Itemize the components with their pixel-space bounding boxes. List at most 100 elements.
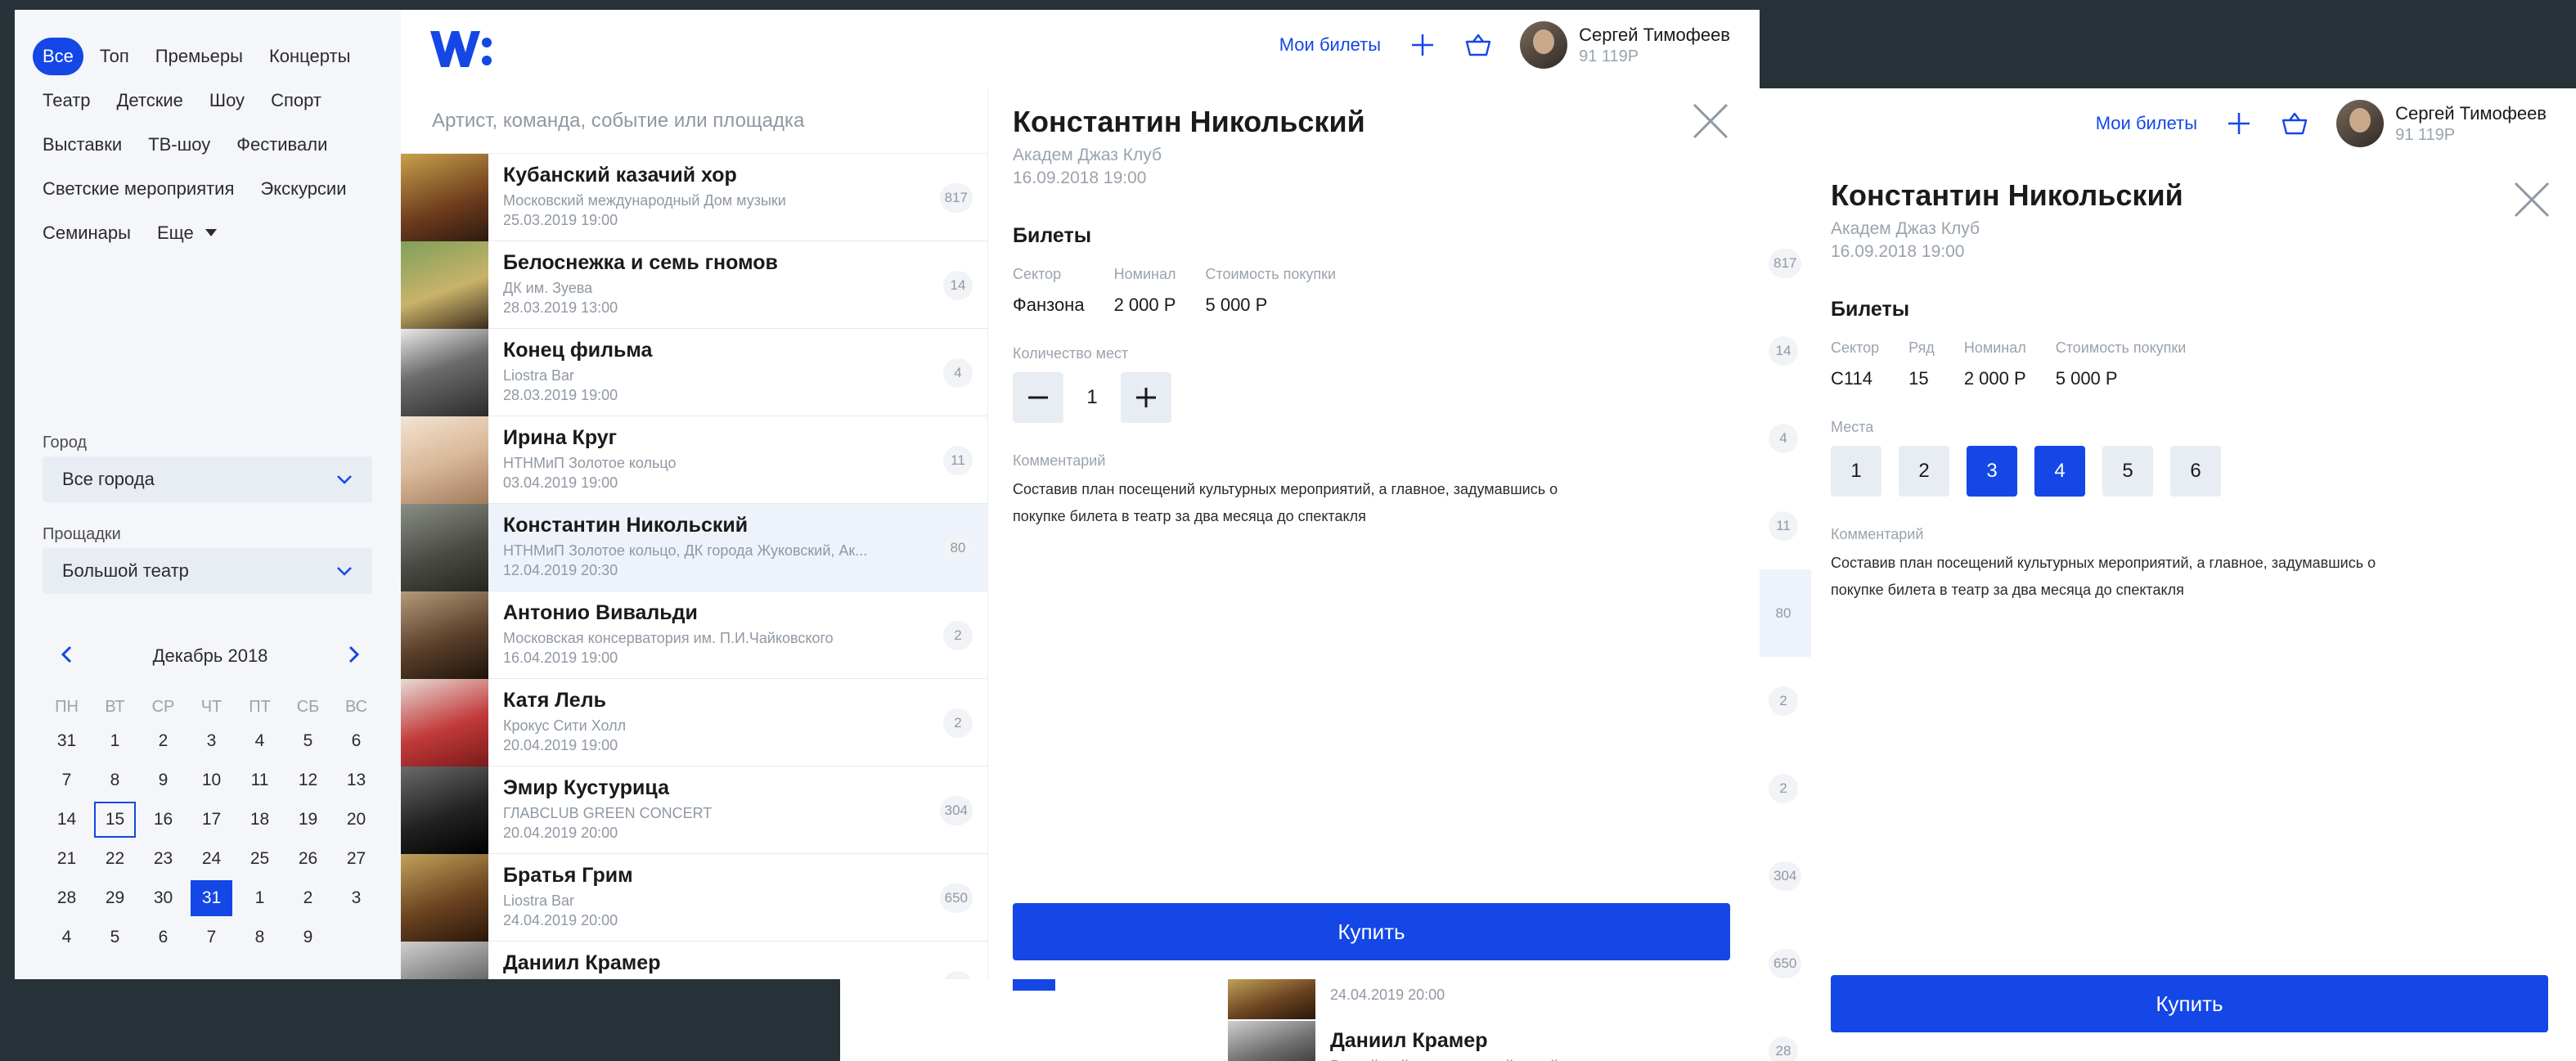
category-3-1[interactable]: Экскурсии	[250, 170, 356, 208]
category-2-2[interactable]: Фестивали	[227, 126, 337, 164]
calendar-day[interactable]: 6	[142, 919, 184, 955]
event-row[interactable]: Антонио Вивальди Московская консерватория…	[401, 591, 987, 679]
category-1-0[interactable]: Театр	[33, 82, 101, 119]
basket-icon[interactable]	[1464, 31, 1492, 59]
seat-button[interactable]: 6	[2170, 446, 2221, 497]
seat-button[interactable]: 4	[2034, 446, 2085, 497]
calendar-day[interactable]: 26	[287, 841, 329, 877]
event-venue: Liostra Bar	[503, 892, 575, 909]
calendar-day[interactable]: 28	[46, 880, 88, 916]
venue-select[interactable]: Большой театр	[43, 548, 372, 594]
calendar-day[interactable]: 17	[191, 802, 232, 838]
calendar-day[interactable]: 25	[239, 841, 281, 877]
basket-icon[interactable]	[2281, 110, 2309, 137]
category-1-2[interactable]: Шоу	[200, 82, 254, 119]
calendar-day[interactable]: 12	[287, 762, 329, 798]
user-menu[interactable]: Сергей Тимофеев 91 119Р	[2336, 100, 2547, 147]
category-1-1[interactable]: Детские	[107, 82, 193, 119]
category-0-3[interactable]: Концерты	[259, 38, 360, 75]
close-icon[interactable]	[1689, 100, 1732, 142]
event-row[interactable]: Катя Лель Крокус Сити Холл 20.04.2019 19:0…	[401, 679, 987, 767]
comment-text: Составив план посещений культурных мероп…	[1831, 555, 2376, 598]
event-row[interactable]: Даниил КрамерРоссийский национальный муз…	[401, 942, 987, 979]
calendar-day[interactable]: 3	[335, 880, 377, 916]
calendar-day[interactable]: 5	[94, 919, 136, 955]
search-input[interactable]	[430, 108, 954, 133]
category-1-3[interactable]: Спорт	[261, 82, 331, 119]
seat-button[interactable]: 5	[2102, 446, 2153, 497]
category-0-1[interactable]: Топ	[90, 38, 139, 75]
calendar-day[interactable]: 16	[142, 802, 184, 838]
calendar-day[interactable]: 4	[239, 723, 281, 759]
back-header: Мои билеты Сергей Тимофеев 91 119Р	[2096, 100, 2547, 147]
category-2-0[interactable]: Выставки	[33, 126, 132, 164]
calendar-day[interactable]: 2	[287, 880, 329, 916]
calendar-day[interactable]: 2	[142, 723, 184, 759]
category-0-2[interactable]: Премьеры	[146, 38, 253, 75]
calendar-day[interactable]: 7	[191, 919, 232, 955]
category-0-0[interactable]: Все	[33, 38, 83, 75]
seat-button[interactable]: 2	[1899, 446, 1949, 497]
calendar-day[interactable]: 24	[191, 841, 232, 877]
calendar-day[interactable]: 21	[46, 841, 88, 877]
event-row[interactable]: Эмир Кустурица ГЛАВCLUB GREEN CONCERT 20.0…	[401, 767, 987, 854]
calendar-day[interactable]: 1	[239, 880, 281, 916]
category-2-1[interactable]: ТВ-шоу	[138, 126, 220, 164]
calendar-day[interactable]: 1	[94, 723, 136, 759]
calendar-day[interactable]: 30	[142, 880, 184, 916]
calendar-day[interactable]: 10	[191, 762, 232, 798]
calendar-day[interactable]: 3	[191, 723, 232, 759]
calendar-day[interactable]: 5	[287, 723, 329, 759]
calendar-day[interactable]: 19	[287, 802, 329, 838]
event-row[interactable]: Константин Никольский НТНМиП Золотое коль…	[401, 504, 987, 591]
calendar-day[interactable]: 20	[335, 802, 377, 838]
event-body: Конец фильма Liostra Bar 28.03.2019 19:00	[488, 329, 914, 416]
seat-button[interactable]: 3	[1967, 446, 2017, 497]
calendar-day[interactable]: 9	[287, 919, 329, 955]
user-menu[interactable]: Сергей Тимофеев 91 119Р	[1520, 21, 1730, 69]
city-select[interactable]: Все города	[43, 456, 372, 502]
prev-month-icon[interactable]	[61, 643, 72, 669]
calendar-day[interactable]: 29	[94, 880, 136, 916]
event-row[interactable]: Ирина Круг НТНМиП Золотое кольцо 03.04.201…	[401, 416, 987, 504]
minus-button[interactable]	[1013, 372, 1063, 423]
calendar-day[interactable]: 31	[46, 723, 88, 759]
logo[interactable]	[429, 26, 494, 72]
calendar-day[interactable]: 18	[239, 802, 281, 838]
calendar-day[interactable]: 9	[142, 762, 184, 798]
ticket-count-badge: 2	[943, 621, 973, 650]
seat-button[interactable]: 1	[1831, 446, 1881, 497]
category-4-1[interactable]: Еще	[147, 214, 204, 252]
my-tickets-link[interactable]: Мои билеты	[2096, 113, 2197, 134]
calendar-day[interactable]: 31	[191, 880, 232, 916]
event-row[interactable]: Братья Грим Liostra Bar 24.04.2019 20:00 65…	[401, 854, 987, 942]
calendar-day[interactable]: 8	[94, 762, 136, 798]
event-row[interactable]: Конец фильма Liostra Bar 28.03.2019 19:00 4	[401, 329, 987, 416]
buy-button[interactable]: Купить	[1831, 975, 2548, 1032]
calendar-day[interactable]: 14	[46, 802, 88, 838]
calendar-day[interactable]: 15	[94, 802, 136, 838]
plus-icon[interactable]	[1409, 31, 1436, 59]
detail-title: Константин Никольский	[1831, 178, 2183, 212]
close-icon[interactable]	[2511, 178, 2553, 221]
category-3-0[interactable]: Светские мероприятия	[33, 170, 244, 208]
next-month-icon[interactable]	[348, 643, 360, 669]
calendar-day[interactable]: 13	[335, 762, 377, 798]
calendar-day[interactable]: 23	[142, 841, 184, 877]
calendar-day[interactable]: 22	[94, 841, 136, 877]
calendar-day[interactable]: 4	[46, 919, 88, 955]
buy-button[interactable]: Купить	[1013, 903, 1730, 960]
calendar-day[interactable]: 11	[239, 762, 281, 798]
my-tickets-link[interactable]: Мои билеты	[1279, 34, 1381, 56]
plus-icon[interactable]	[2225, 110, 2253, 137]
calendar-day[interactable]: 7	[46, 762, 88, 798]
calendar-day[interactable]: 8	[239, 919, 281, 955]
calendar-day[interactable]: 6	[335, 723, 377, 759]
event-row[interactable]: Кубанский казачий хор Московский междунар…	[401, 154, 987, 241]
event-thumbnail	[1228, 1021, 1315, 1061]
category-4-0[interactable]: Семинары	[33, 214, 141, 252]
event-row[interactable]: Белоснежка и семь гномов ДК им. Зуева 28.0…	[401, 241, 987, 329]
plus-button[interactable]	[1121, 372, 1171, 423]
ticket-column: Стоимость покупки 5 000 Р	[1205, 266, 1336, 316]
calendar-day[interactable]: 27	[335, 841, 377, 877]
